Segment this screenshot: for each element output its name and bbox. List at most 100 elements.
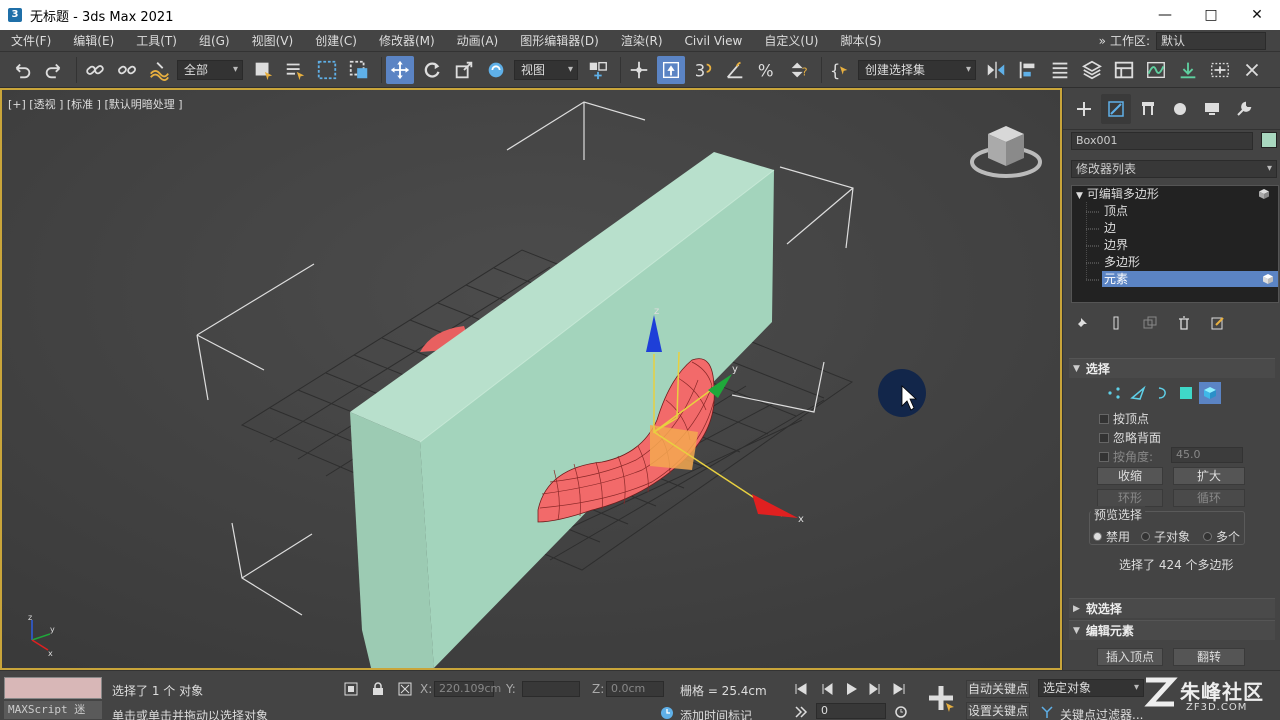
stack-root-editable-poly[interactable]: ▼ 可编辑多边形	[1076, 186, 1274, 202]
select-object-icon[interactable]	[249, 56, 277, 84]
current-frame-field[interactable]: 0	[816, 703, 886, 719]
listener-mini-window[interactable]	[4, 677, 102, 699]
menu-group[interactable]: 组(G)	[188, 32, 241, 49]
flip-button[interactable]: 翻转	[1173, 648, 1245, 666]
loop-button[interactable]: 循环	[1173, 489, 1245, 507]
menu-scripting[interactable]: 脚本(S)	[829, 32, 892, 49]
z-coordinate-field[interactable]: 0.0cm	[606, 681, 664, 697]
menu-file[interactable]: 文件(F)	[0, 32, 62, 49]
snaps-toggle-icon[interactable]: 3	[689, 56, 717, 84]
named-selection-set-dropdown[interactable]: 创建选择集	[858, 59, 976, 80]
align-icon[interactable]	[1014, 56, 1042, 84]
configure-modifier-sets-icon[interactable]	[1207, 313, 1229, 333]
menu-create[interactable]: 创建(C)	[304, 32, 368, 49]
edit-named-selection-icon[interactable]: {	[826, 56, 854, 84]
rotate-icon[interactable]	[418, 56, 446, 84]
motion-tab-icon[interactable]	[1165, 94, 1195, 124]
maxscript-listener[interactable]: MAXScript 迷	[4, 701, 102, 719]
menu-animation[interactable]: 动画(A)	[446, 32, 510, 49]
unlink-icon[interactable]	[113, 56, 141, 84]
key-mode-icon[interactable]	[792, 703, 810, 720]
show-end-result-icon[interactable]	[1105, 313, 1127, 333]
undo-icon[interactable]	[8, 56, 36, 84]
key-filters-button[interactable]: 关键点过滤器...	[1060, 706, 1143, 720]
utilities-tab-icon[interactable]	[1229, 94, 1259, 124]
redo-icon[interactable]	[40, 56, 68, 84]
stack-item-border[interactable]: 边界	[1104, 237, 1128, 253]
display-tab-icon[interactable]	[1197, 94, 1227, 124]
by-angle-spinner[interactable]: 45.0	[1171, 447, 1243, 463]
modify-tab-icon[interactable]	[1101, 93, 1131, 124]
stack-item-polygon[interactable]: 多边形	[1104, 254, 1140, 270]
link-icon[interactable]	[81, 56, 109, 84]
previous-frame-icon[interactable]	[818, 680, 836, 698]
workspace-select[interactable]: 默认	[1156, 31, 1266, 50]
menu-rendering[interactable]: 渲染(R)	[610, 32, 674, 49]
collapse-triangle-icon[interactable]: ▼	[1076, 191, 1083, 201]
pivot-center-icon[interactable]	[584, 56, 612, 84]
toggle-layer-explorer-icon[interactable]	[1078, 56, 1106, 84]
selected-object-dropdown[interactable]: 选定对象	[1038, 679, 1144, 697]
minimize-button[interactable]: —	[1142, 0, 1188, 30]
key-filters-icon[interactable]	[1038, 703, 1056, 720]
insert-vertex-button[interactable]: 插入顶点	[1097, 648, 1163, 666]
ignore-backfacing-checkbox[interactable]: 忽略背面	[1099, 429, 1161, 446]
viewport-scene[interactable]: z y x z y x	[2, 90, 1060, 668]
add-time-tag[interactable]: 添加时间标记	[680, 707, 752, 720]
time-tag-icon[interactable]	[658, 704, 676, 720]
time-configuration-icon[interactable]	[892, 703, 910, 720]
border-level-icon[interactable]	[1151, 382, 1173, 404]
keyboard-shortcut-override-icon[interactable]	[657, 55, 685, 84]
play-icon[interactable]	[842, 680, 860, 698]
close-button[interactable]: ✕	[1234, 0, 1280, 30]
mirror-icon[interactable]	[982, 56, 1010, 84]
absolute-mode-icon[interactable]	[396, 680, 414, 698]
render-setup-icon[interactable]	[1238, 56, 1266, 84]
edit-elements-rollout-header[interactable]: ▼ 编辑元素	[1069, 620, 1275, 640]
make-unique-icon[interactable]	[1139, 313, 1161, 333]
select-by-name-icon[interactable]	[281, 56, 309, 84]
auto-key-button[interactable]: 自动关键点	[966, 680, 1030, 698]
menu-tools[interactable]: 工具(T)	[125, 32, 188, 49]
preview-off-radio[interactable]: 禁用	[1093, 528, 1130, 545]
perspective-viewport[interactable]: z y x z y x [+] [透视 ] [标准 ] [默认明暗处理 ]	[0, 88, 1062, 670]
set-key-big-icon[interactable]	[924, 681, 958, 715]
isolate-selection-icon[interactable]	[342, 680, 360, 698]
shrink-button[interactable]: 收缩	[1097, 467, 1163, 485]
stack-item-vertex[interactable]: 顶点	[1104, 203, 1128, 219]
menu-customize[interactable]: 自定义(U)	[753, 32, 829, 49]
by-angle-checkbox[interactable]: 按角度:	[1099, 448, 1153, 465]
menu-overflow-icon[interactable]: »	[1095, 34, 1110, 48]
go-to-start-icon[interactable]	[792, 680, 810, 698]
maximize-button[interactable]: □	[1188, 0, 1234, 30]
selection-lock-icon[interactable]	[369, 680, 387, 698]
create-tab-icon[interactable]	[1069, 94, 1099, 124]
y-coordinate-field[interactable]	[522, 681, 580, 697]
vertex-level-icon[interactable]	[1103, 382, 1125, 404]
viewport-label-menu[interactable]: [+] [透视 ] [标准 ] [默认明暗处理 ]	[8, 96, 183, 112]
schematic-view-icon[interactable]	[1174, 56, 1202, 84]
selection-filter-dropdown[interactable]: 全部	[177, 59, 243, 80]
reference-coordinate-dropdown[interactable]: 视图	[514, 59, 578, 80]
grow-button[interactable]: 扩大	[1173, 467, 1245, 485]
menu-graph-editors[interactable]: 图形编辑器(D)	[509, 32, 610, 49]
go-to-end-icon[interactable]	[890, 680, 908, 698]
object-name-field[interactable]: Box001	[1071, 132, 1253, 150]
spinner-snap-icon[interactable]: ?	[785, 56, 813, 84]
menu-civil-view[interactable]: Civil View	[674, 34, 754, 48]
x-coordinate-field[interactable]: 220.109cm	[434, 681, 501, 697]
preview-subobject-radio[interactable]: 子对象	[1141, 528, 1190, 545]
material-editor-icon[interactable]	[1206, 56, 1234, 84]
preview-multi-radio[interactable]: 多个	[1203, 528, 1240, 545]
placement-icon[interactable]	[482, 56, 510, 84]
soft-selection-rollout-header[interactable]: ▶ 软选择	[1069, 598, 1275, 618]
menu-modifiers[interactable]: 修改器(M)	[368, 32, 446, 49]
angle-snap-icon[interactable]	[721, 56, 749, 84]
bind-space-warp-icon[interactable]	[145, 56, 173, 84]
scale-icon[interactable]	[450, 56, 478, 84]
curve-editor-icon[interactable]	[1142, 56, 1170, 84]
selection-rollout-header[interactable]: ▼ 选择	[1069, 358, 1275, 378]
hierarchy-tab-icon[interactable]	[1133, 94, 1163, 124]
ring-button[interactable]: 环形	[1097, 489, 1163, 507]
pin-stack-icon[interactable]	[1071, 313, 1093, 333]
